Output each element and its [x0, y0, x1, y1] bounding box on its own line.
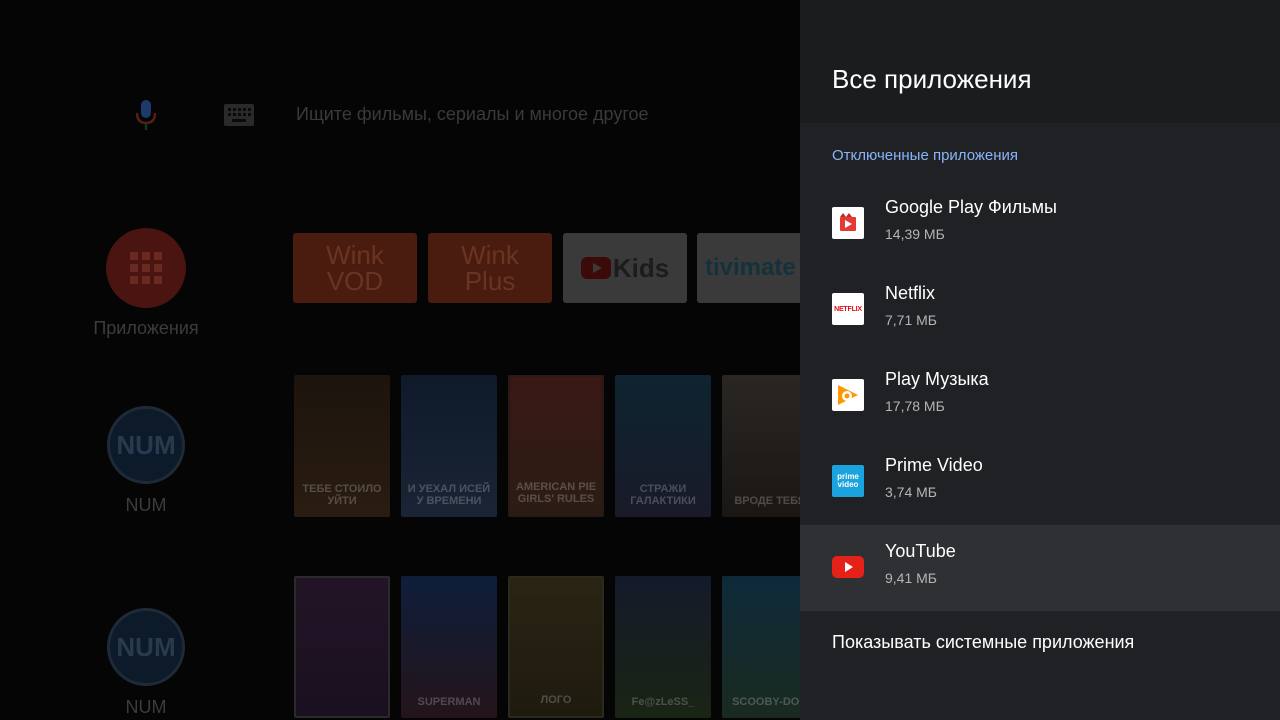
channel-num-label: NUM	[125, 697, 167, 717]
poster-title: ВРОДЕ ТЕБЯ	[734, 495, 800, 507]
movie-poster[interactable]: И УЕХАЛ ИСЕЙ У ВРЕМЕНИ	[401, 375, 497, 517]
launcher-background: Ищите фильмы, сериалы и многое другое Пр…	[0, 0, 800, 720]
channel-num-label: NUM	[125, 495, 167, 515]
app-size: 14,39 МБ	[885, 226, 945, 242]
play-music-icon	[832, 379, 864, 411]
poster-title: SCOOBY-DOO	[732, 696, 800, 708]
app-tile-youtube-kids[interactable]: Kids	[563, 233, 687, 303]
poster-title: СТРАЖИ ГАЛАКТИКИ	[630, 483, 696, 507]
app-row-google-play-movies[interactable]: Google Play Фильмы 14,39 МБ	[800, 181, 1280, 267]
app-row-play-music[interactable]: Play Музыка 17,78 МБ	[800, 353, 1280, 439]
app-size: 9,41 МБ	[885, 570, 937, 586]
channel-num-logo[interactable]: NUM	[107, 608, 185, 686]
tile-text: tivimate	[705, 254, 796, 281]
movie-poster[interactable]: ТЕБЕ СТОИЛО УЙТИ	[294, 375, 390, 517]
channel-num-logo[interactable]: NUM	[107, 406, 185, 484]
netflix-icon: NETFLIX	[832, 293, 864, 325]
movie-poster[interactable]: AMERICAN PIE GIRLS' RULES	[508, 375, 604, 517]
movie-poster[interactable]	[294, 576, 390, 718]
panel-title: Все приложения	[832, 64, 1032, 94]
app-name: Netflix	[885, 283, 936, 303]
app-size: 3,74 МБ	[885, 484, 937, 500]
movie-poster[interactable]: SUPERMAN	[401, 576, 497, 718]
search-placeholder: Ищите фильмы, сериалы и многое другое	[296, 104, 649, 124]
app-name: Google Play Фильмы	[885, 197, 1057, 217]
movie-poster[interactable]: SCOOBY-DOO	[722, 576, 800, 718]
app-tile-wink-vod[interactable]: Wink VOD	[293, 233, 417, 303]
poster-title: SUPERMAN	[417, 696, 481, 708]
app-size: 17,78 МБ	[885, 398, 945, 414]
movie-poster[interactable]: СТРАЖИ ГАЛАКТИКИ	[615, 375, 711, 517]
app-tile-wink-plus[interactable]: Wink Plus	[428, 233, 552, 303]
app-row-prime-video[interactable]: prime video Prime Video 3,74 МБ	[800, 439, 1280, 525]
microphone-icon[interactable]	[134, 100, 158, 130]
apps-grid-icon	[130, 252, 162, 284]
keyboard-icon[interactable]	[224, 104, 254, 126]
app-row-youtube[interactable]: YouTube 9,41 МБ	[800, 525, 1280, 611]
app-name: Play Музыка	[885, 369, 989, 389]
netflix-logo-text: NETFLIX	[834, 305, 862, 313]
youtube-kids-icon	[580, 257, 611, 279]
tile-text: Wink	[326, 240, 384, 270]
poster-title: И УЕХАЛ ИСЕЙ У ВРЕМЕНИ	[407, 483, 491, 507]
movie-poster[interactable]: ВРОДЕ ТЕБЯ	[722, 375, 800, 517]
youtube-icon	[832, 556, 864, 578]
poster-title: ЛОГО	[540, 694, 572, 706]
movie-poster[interactable]: ЛОГО	[508, 576, 604, 718]
poster-title: AMERICAN PIE GIRLS' RULES	[515, 481, 597, 505]
prime-logo-text: video	[837, 480, 859, 489]
disabled-apps-section-label: Отключенные приложения	[832, 147, 1019, 164]
google-play-movies-icon	[832, 207, 864, 239]
tile-text: Kids	[612, 253, 670, 283]
prime-video-icon: prime video	[832, 465, 864, 497]
app-size: 7,71 МБ	[885, 312, 937, 328]
poster-title: Fe@zLeSS_	[631, 696, 695, 708]
show-system-apps-toggle[interactable]: Показывать системные приложения	[832, 632, 1134, 653]
app-name: Prime Video	[885, 455, 983, 475]
all-apps-panel: Все приложения Отключенные приложения Go…	[800, 0, 1280, 720]
movie-poster[interactable]: Fe@zLeSS_	[615, 576, 711, 718]
apps-label: Приложения	[93, 318, 199, 338]
app-row-netflix[interactable]: NETFLIX Netflix 7,71 МБ	[800, 267, 1280, 353]
tile-text: Wink	[461, 240, 519, 270]
app-tile-tivimate[interactable]: tivimate	[697, 233, 800, 303]
poster-title: ТЕБЕ СТОИЛО УЙТИ	[302, 483, 382, 507]
app-name: YouTube	[885, 541, 956, 561]
panel-header	[800, 0, 1280, 123]
tile-text: Plus	[464, 266, 516, 296]
tile-text: VOD	[326, 266, 384, 296]
